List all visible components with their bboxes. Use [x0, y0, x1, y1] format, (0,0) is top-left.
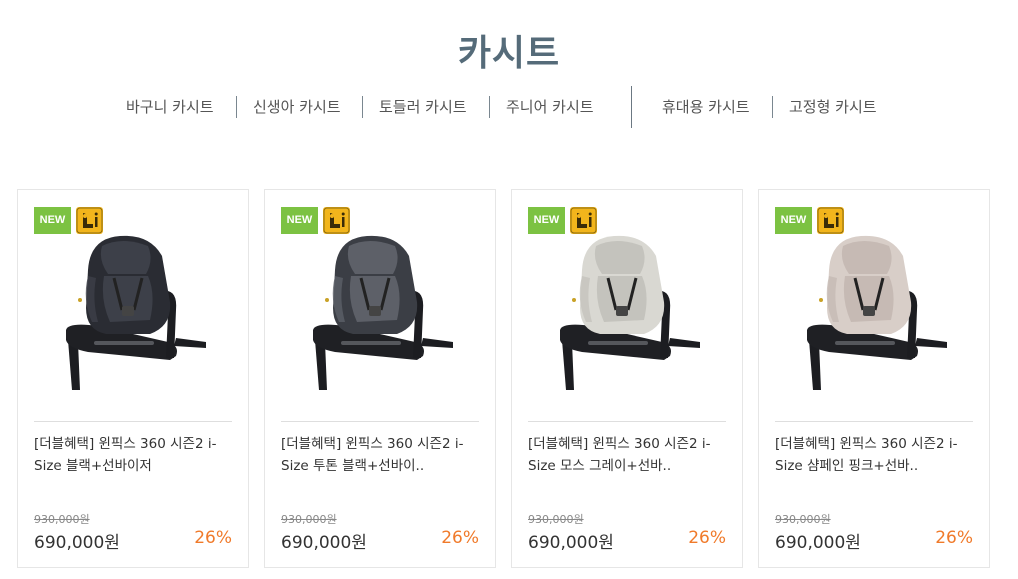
- card-divider: [281, 421, 479, 422]
- discount-rate: 26%: [688, 528, 726, 548]
- original-price: 930,000원: [34, 513, 90, 526]
- category-group-separator: [631, 86, 632, 128]
- discount-rate: 26%: [441, 528, 479, 548]
- car-seat-image: [560, 235, 700, 390]
- discount-rate: 26%: [935, 528, 973, 548]
- product-image[interactable]: [799, 230, 959, 400]
- category-fixed-carseat[interactable]: 고정형 카시트: [789, 96, 877, 117]
- sale-price: 690,000원: [775, 533, 861, 553]
- product-image[interactable]: [305, 230, 465, 400]
- card-divider: [528, 421, 726, 422]
- page-title: 카시트: [457, 33, 561, 74]
- product-card[interactable]: NEW [더블혜택] 윈픽스 360 시즌2 i-Size 블랙+선바이저 93…: [17, 189, 249, 568]
- car-seat-image: [313, 235, 453, 390]
- category-toddler-carseat[interactable]: 토들러 카시트: [379, 96, 467, 117]
- category-separator: [362, 96, 363, 118]
- product-name[interactable]: [더블혜택] 윈픽스 360 시즌2 i-Size 샴페인 핑크+선바..: [775, 433, 975, 477]
- product-name[interactable]: [더블혜택] 윈픽스 360 시즌2 i-Size 투톤 블랙+선바이..: [281, 433, 481, 477]
- product-name[interactable]: [더블혜택] 윈픽스 360 시즌2 i-Size 블랙+선바이저: [34, 433, 234, 477]
- sale-price: 690,000원: [281, 533, 367, 553]
- category-separator: [236, 96, 237, 118]
- product-image[interactable]: [58, 230, 218, 400]
- card-divider: [775, 421, 973, 422]
- sale-price: 690,000원: [528, 533, 614, 553]
- product-image[interactable]: [552, 230, 712, 400]
- category-separator: [772, 96, 773, 118]
- product-card[interactable]: NEW [더블혜택] 윈픽스 360 시즌2 i-Size 투톤 블랙+선바이.…: [264, 189, 496, 568]
- category-portable-carseat[interactable]: 휴대용 카시트: [662, 96, 750, 117]
- original-price: 930,000원: [528, 513, 584, 526]
- discount-rate: 26%: [194, 528, 232, 548]
- car-seat-image: [807, 235, 947, 390]
- original-price: 930,000원: [281, 513, 337, 526]
- product-card[interactable]: NEW [더블혜택] 윈픽스 360 시즌2 i-Size 샴페인 핑크+선바.…: [758, 189, 990, 568]
- sale-price: 690,000원: [34, 533, 120, 553]
- category-basket-carseat[interactable]: 바구니 카시트: [126, 96, 214, 117]
- car-seat-image: [66, 235, 206, 390]
- category-separator: [489, 96, 490, 118]
- original-price: 930,000원: [775, 513, 831, 526]
- category-nav: 바구니 카시트 신생아 카시트 토들러 카시트 주니어 카시트 휴대용 카시트 …: [0, 86, 1018, 130]
- category-newborn-carseat[interactable]: 신생아 카시트: [253, 96, 341, 117]
- product-name[interactable]: [더블혜택] 윈픽스 360 시즌2 i-Size 모스 그레이+선바..: [528, 433, 728, 477]
- product-card[interactable]: NEW [더블혜택] 윈픽스 360 시즌2 i-Size 모스 그레이+선바.…: [511, 189, 743, 568]
- card-divider: [34, 421, 232, 422]
- category-junior-carseat[interactable]: 주니어 카시트: [506, 96, 594, 117]
